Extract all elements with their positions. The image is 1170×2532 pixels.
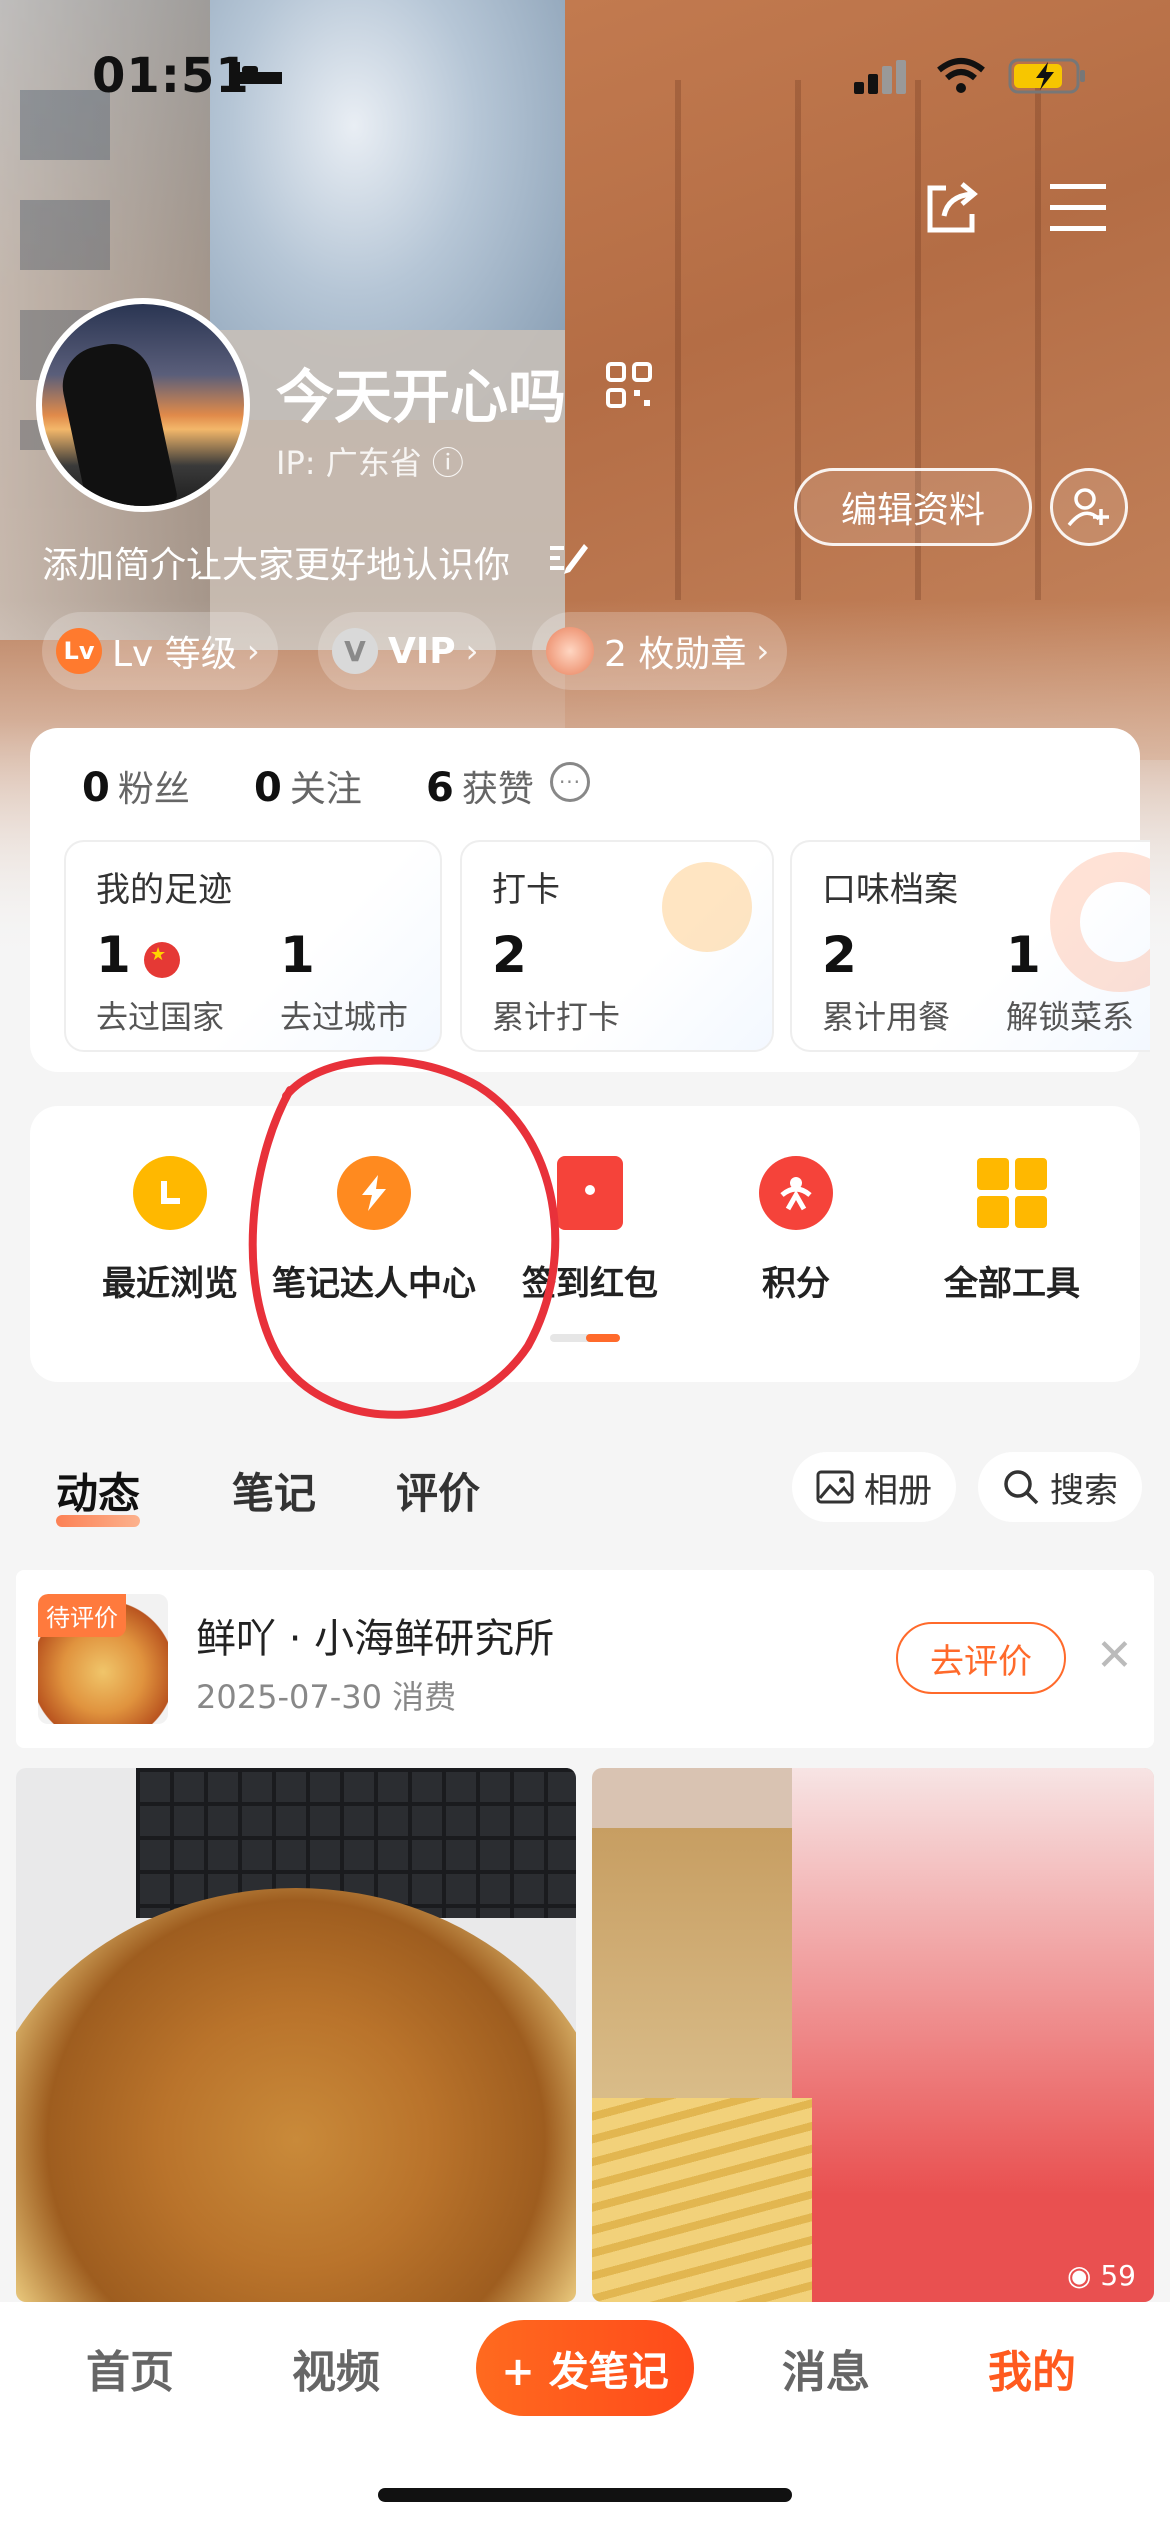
chevron-right-icon: ›	[246, 632, 260, 670]
tab-feed[interactable]: 动态	[56, 1460, 141, 1527]
checkin-card[interactable]: 打卡 2 累计打卡	[460, 840, 774, 1052]
add-friend-button[interactable]	[1050, 468, 1128, 546]
post-note-button[interactable]: + 发笔记	[476, 2320, 694, 2416]
medal-icon	[546, 627, 594, 675]
album-button[interactable]: 相册	[792, 1452, 956, 1522]
tool-recent[interactable]: 最近浏览	[60, 1156, 280, 1305]
nav-mine[interactable]: 我的	[988, 2336, 1076, 2400]
tool-creator-center[interactable]: 笔记达人中心	[264, 1156, 484, 1305]
stat-likes[interactable]: 6 获赞	[426, 760, 534, 812]
vip-badge-icon: V	[332, 628, 378, 674]
lightning-icon	[337, 1156, 411, 1230]
ip-location: IP: 广东省 ⓘ	[276, 444, 464, 482]
donut-icon	[1050, 852, 1150, 992]
more-icon[interactable]: ···	[550, 762, 590, 802]
tab-reviews[interactable]: 评价	[396, 1460, 480, 1521]
add-user-icon	[1067, 488, 1109, 527]
taste-card[interactable]: 口味档案 2 1 累计用餐 解锁菜系	[790, 840, 1150, 1052]
signal-icon	[854, 60, 906, 94]
avatar[interactable]	[36, 298, 250, 512]
level-chip[interactable]: Lv Lv 等级 ›	[42, 612, 278, 690]
search-icon	[1004, 1470, 1039, 1505]
stat-fans[interactable]: 0 粉丝	[82, 760, 190, 812]
post-photo-fried-chicken[interactable]: ◉ 59	[592, 1768, 1154, 2302]
nav-video[interactable]: 视频	[292, 2336, 380, 2400]
china-flag-icon	[144, 942, 180, 978]
red-envelope-icon	[557, 1156, 623, 1230]
pending-review-card[interactable]: 待评价 鲜吖 · 小海鲜研究所 2025-07-30 消费 去评价 ✕	[16, 1570, 1154, 1748]
medal-label: 2 枚勋章	[604, 634, 747, 675]
search-button[interactable]: 搜索	[978, 1452, 1142, 1522]
share-icon[interactable]	[922, 178, 982, 238]
username: 今天开心吗	[276, 363, 567, 431]
footprint-card[interactable]: 我的足迹 1 1 去过国家 去过城市	[64, 840, 442, 1052]
vip-chip[interactable]: V VIP ›	[318, 612, 497, 690]
post-photo-wontons[interactable]	[16, 1768, 576, 2302]
tool-checkin-redpacket[interactable]: 签到红包	[480, 1156, 700, 1305]
tools-scroll-indicator	[550, 1334, 620, 1342]
stats-card: 0粉丝 0关注 6获赞 ··· 我的足迹 1 1 去过国家 去过城市 打卡 2 …	[30, 728, 1150, 1072]
level-badge-icon: Lv	[56, 628, 102, 674]
review-thumbnail: 待评价	[38, 1594, 168, 1724]
pending-review-badge: 待评价	[38, 1594, 126, 1637]
level-label: Lv 等级	[112, 634, 237, 675]
bio-placeholder[interactable]: 添加简介让大家更好地认识你	[42, 536, 510, 588]
battery-icon	[1008, 58, 1085, 94]
qr-code-icon[interactable]	[604, 360, 654, 410]
bed-icon	[234, 62, 282, 88]
stat-following[interactable]: 0 关注	[254, 760, 362, 812]
image-icon	[816, 1470, 854, 1504]
chevron-right-icon: ›	[756, 632, 770, 670]
tab-notes[interactable]: 笔记	[232, 1460, 316, 1521]
tools-card: 最近浏览 笔记达人中心 签到红包 积分 全部工具	[30, 1106, 1140, 1382]
menu-icon[interactable]	[1048, 180, 1108, 236]
points-icon	[759, 1156, 833, 1230]
close-icon[interactable]: ✕	[1096, 1630, 1133, 1681]
wifi-icon	[937, 58, 985, 93]
checkmark-icon	[662, 862, 752, 952]
nav-home[interactable]: 首页	[86, 2336, 174, 2400]
view-count: ◉ 59	[1067, 2259, 1136, 2292]
vip-label: VIP	[388, 630, 456, 672]
home-indicator	[378, 2488, 792, 2502]
tool-all-tools[interactable]: 全部工具	[902, 1156, 1122, 1305]
grid-icon	[975, 1156, 1049, 1230]
chevron-right-icon: ›	[465, 632, 479, 670]
go-review-button[interactable]: 去评价	[896, 1622, 1066, 1694]
medal-chip[interactable]: 2 枚勋章 ›	[532, 612, 788, 690]
clock-icon	[133, 1156, 207, 1230]
nav-messages[interactable]: 消息	[782, 2336, 870, 2400]
review-date: 2025-07-30 消费	[196, 1678, 457, 1716]
tool-points[interactable]: 积分	[686, 1156, 906, 1305]
review-shop-name: 鲜吖 · 小海鲜研究所	[196, 1616, 555, 1662]
bottom-nav: 首页 视频 + 发笔记 消息 我的	[0, 2302, 1170, 2532]
status-time: 01:51	[92, 48, 250, 104]
edit-bio-icon[interactable]	[548, 538, 588, 574]
edit-profile-button[interactable]: 编辑资料	[794, 468, 1032, 546]
